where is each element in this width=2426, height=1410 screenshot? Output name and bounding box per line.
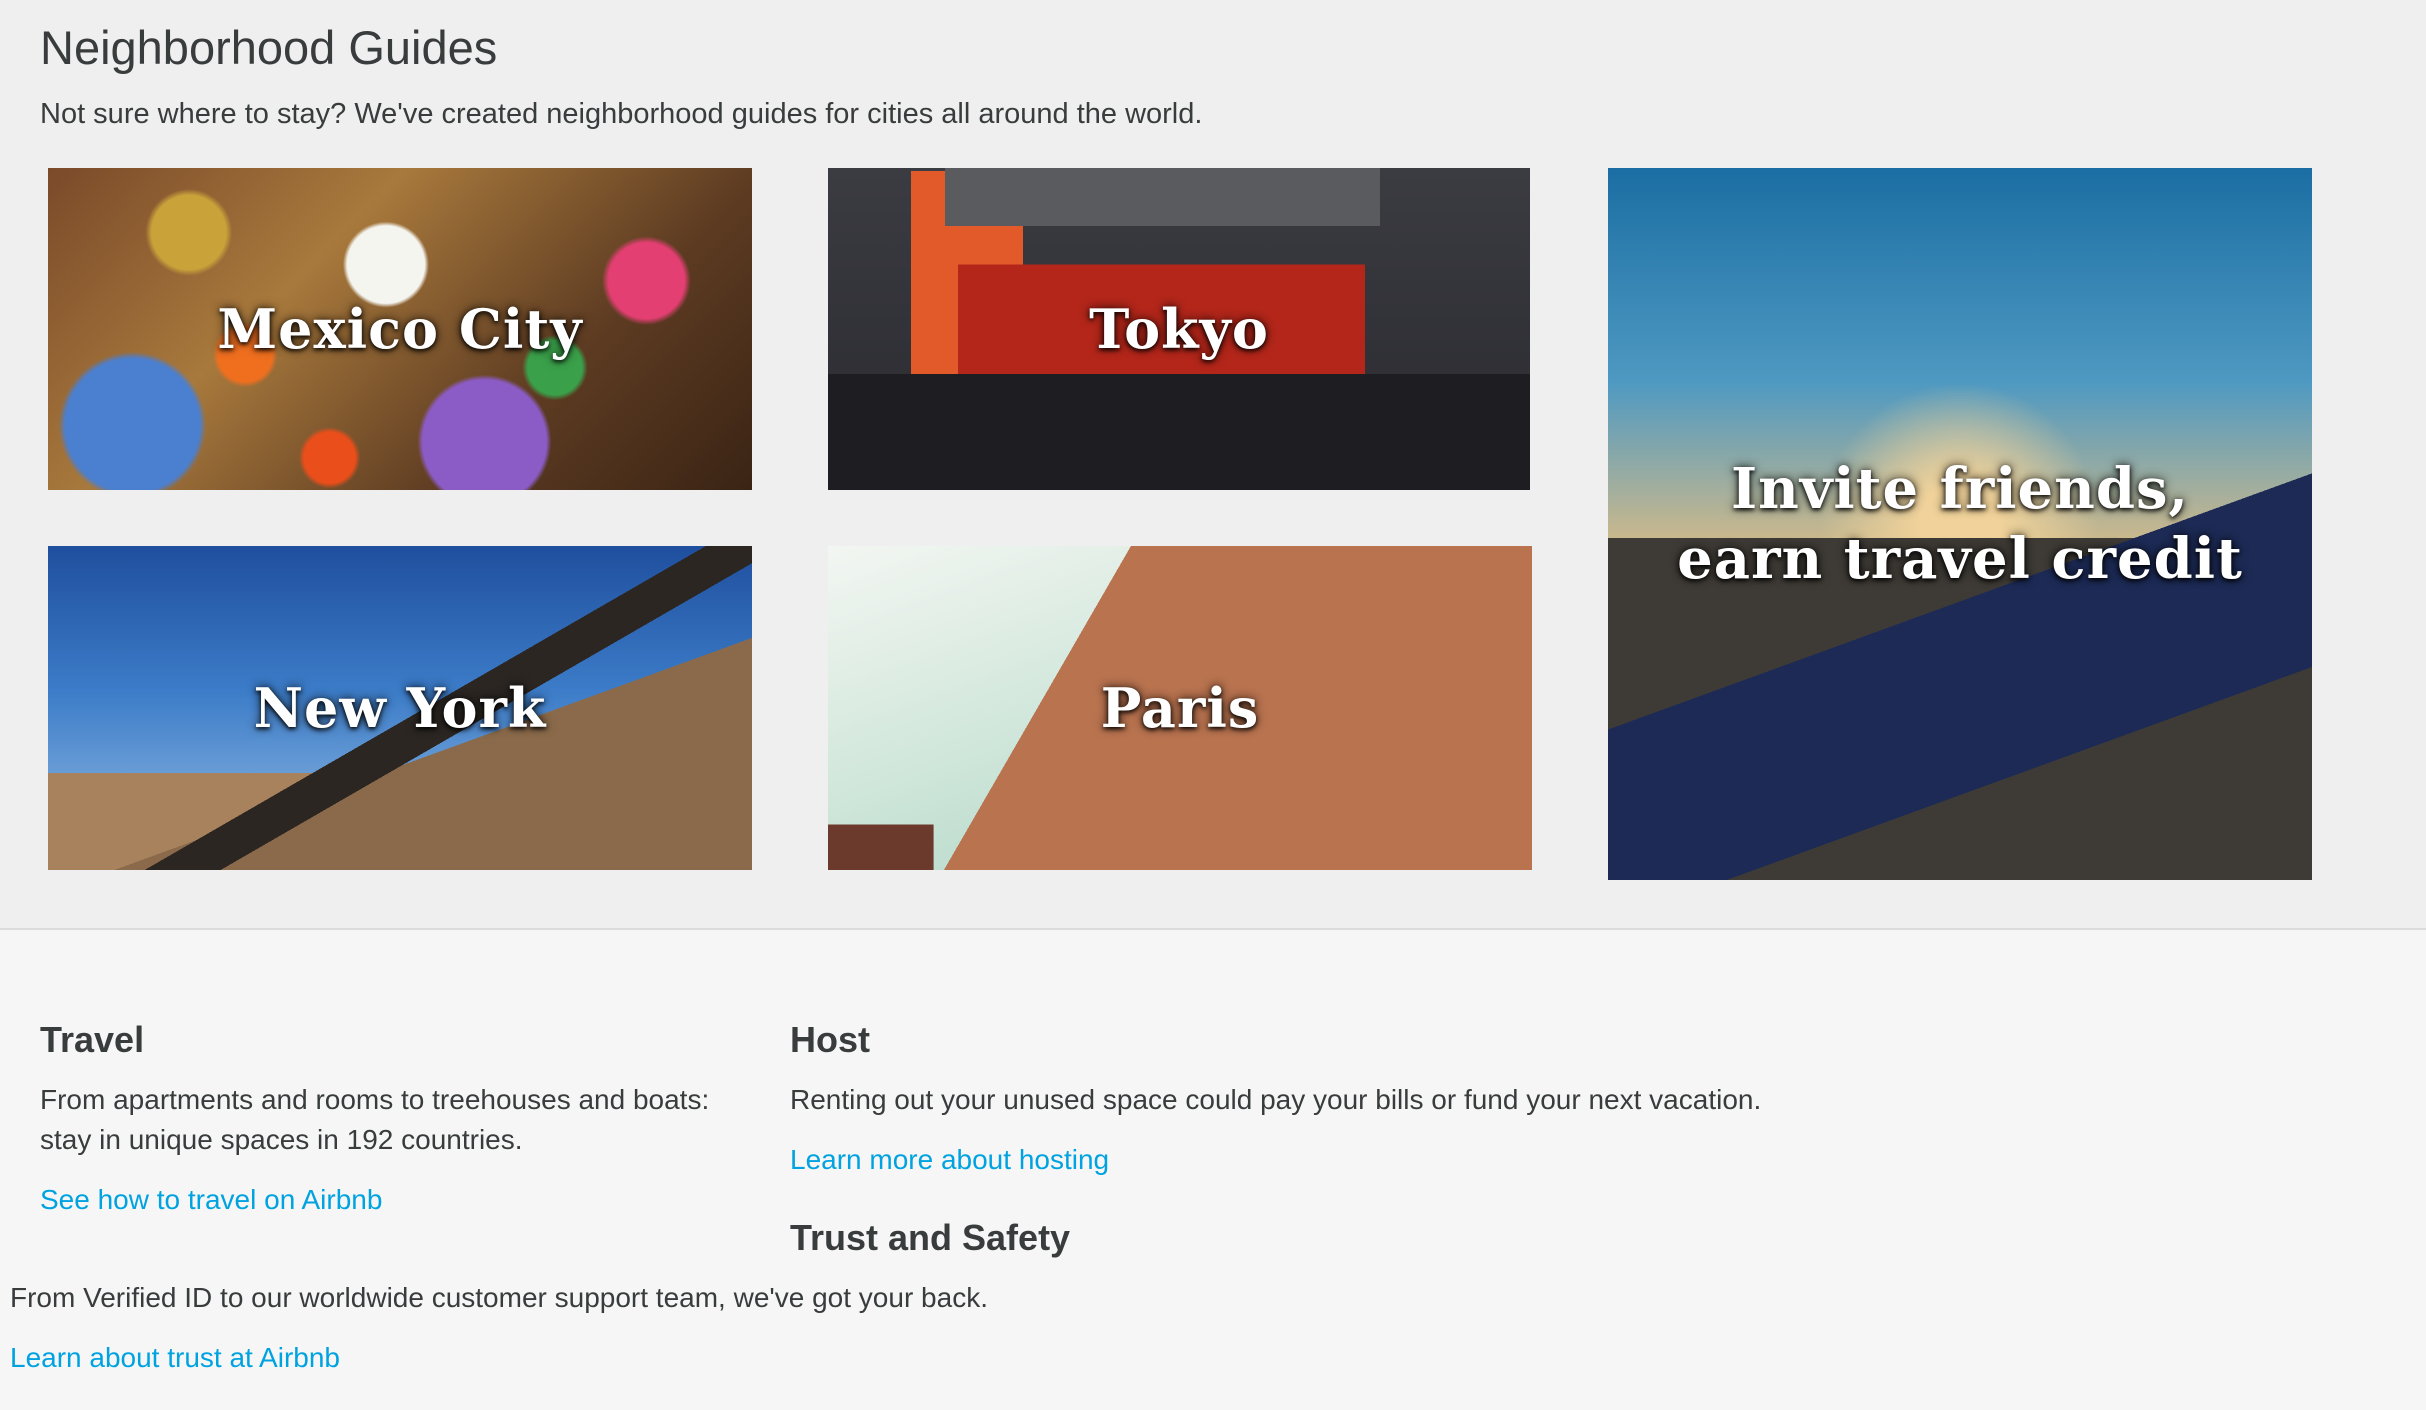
invite-tile-label: Invite friends, earn travel credit [1677,454,2243,594]
city-tile-new-york[interactable]: New York [48,546,752,870]
trust-heading: Trust and Safety [790,1217,1071,1258]
city-tile-label: New York [253,676,547,740]
travel-description: From apartments and rooms to treehouses … [40,1084,710,1155]
invite-friends-tile[interactable]: Invite friends, earn travel credit [1608,168,2312,880]
host-heading: Host [790,1019,870,1060]
neighborhood-guides-section: Neighborhood Guides Not sure where to st… [0,0,2426,928]
travel-link[interactable]: See how to travel on Airbnb [40,1180,382,1220]
travel-heading: Travel [40,1019,145,1060]
city-tile-paris[interactable]: Paris [828,546,1532,870]
city-tile-mexico-city[interactable]: Mexico City [48,168,752,490]
invite-line-2: earn travel credit [1677,526,2243,592]
trust-description: From Verified ID to our worldwide custom… [10,1282,988,1313]
host-description: Renting out your unused space could pay … [790,1084,1762,1115]
info-footer: Travel From apartments and rooms to tree… [0,928,2426,1410]
page-title: Neighborhood Guides [40,21,498,74]
page-subtitle: Not sure where to stay? We've created ne… [40,98,1203,130]
city-tile-tokyo[interactable]: Tokyo [828,168,1530,490]
city-tile-label: Mexico City [217,297,583,361]
trust-link[interactable]: Learn about trust at Airbnb [10,1338,340,1378]
city-tile-label: Tokyo [1089,297,1269,361]
invite-line-1: Invite friends, [1730,456,2190,522]
hosting-link[interactable]: Learn more about hosting [790,1140,1109,1180]
city-tile-label: Paris [1100,676,1260,740]
